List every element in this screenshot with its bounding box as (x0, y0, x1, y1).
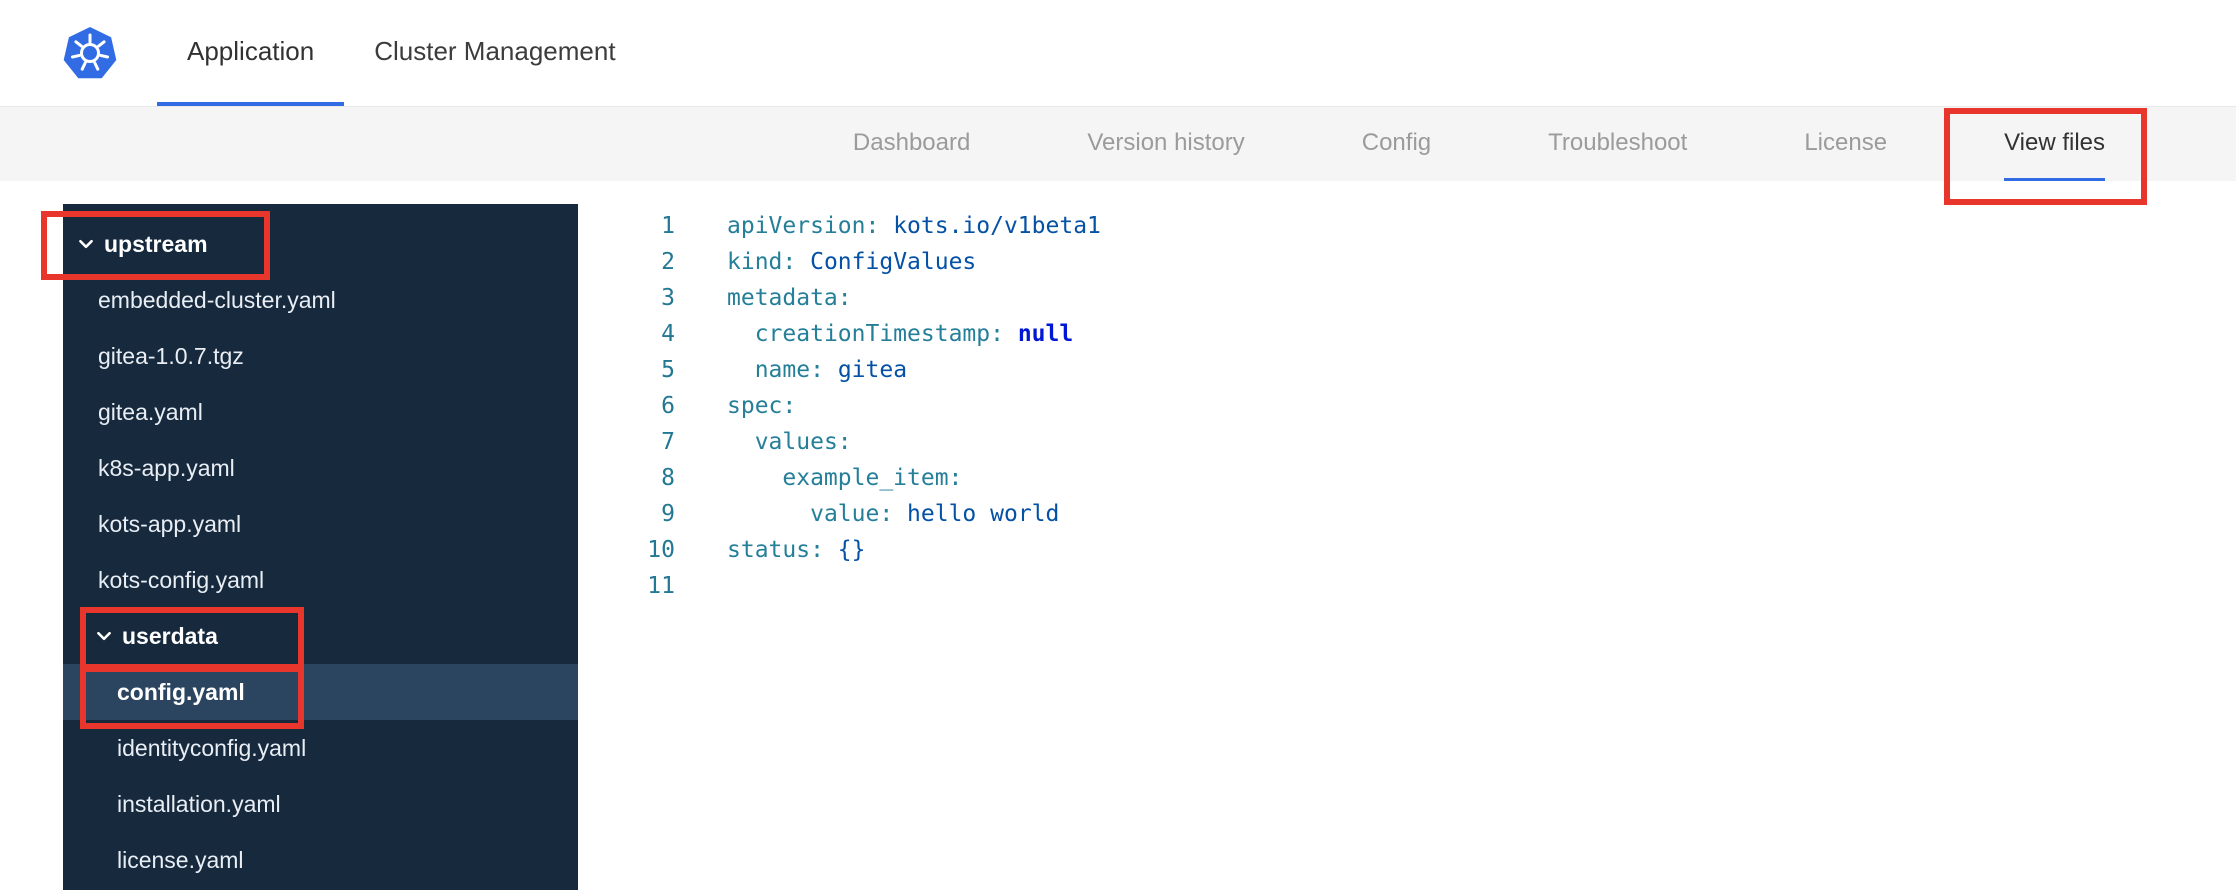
code-text: spec: (727, 393, 797, 419)
subnav-tab-view-files[interactable]: View files (2004, 107, 2105, 181)
line-number: 2 (661, 249, 675, 275)
code-text: kind: ConfigValues (727, 249, 977, 275)
line-number: 8 (661, 465, 675, 491)
file-k8s-app-yaml[interactable]: k8s-app.yaml (63, 440, 578, 496)
chevron-down-icon (79, 239, 93, 249)
code-line: 4 creationTimestamp: null (578, 316, 2236, 352)
code-line: 5 name: gitea (578, 352, 2236, 388)
line-number: 3 (661, 285, 675, 311)
subnav: Dashboard Version history Config Troublesho… (0, 107, 2236, 181)
folder-upstream[interactable]: upstream (63, 216, 578, 272)
code-line: 2 kind: ConfigValues (578, 244, 2236, 280)
file-tree: upstream embedded-cluster.yaml gitea-1.0.7… (63, 204, 578, 890)
tree-item-label: installation.yaml (117, 790, 281, 817)
subnav-tabs: Dashboard Version history Config Troublesho… (0, 107, 2236, 181)
line-number: 10 (647, 537, 675, 563)
code-line: 8 example_item: (578, 460, 2236, 496)
topnav-tab-cluster-management[interactable]: Cluster Management (344, 0, 645, 106)
file-identityconfig-yaml[interactable]: identityconfig.yaml (63, 720, 578, 776)
subnav-tab-license[interactable]: License (1804, 107, 1887, 181)
code-line: 10 status: {} (578, 532, 2236, 568)
tree-item-label: gitea-1.0.7.tgz (98, 342, 244, 369)
line-number: 5 (661, 357, 675, 383)
tree-item-label: k8s-app.yaml (98, 454, 235, 481)
kubernetes-logo (63, 26, 117, 80)
code-text: creationTimestamp: null (754, 321, 1074, 347)
tree-item-label: config.yaml (117, 678, 245, 705)
code-line: 9 value: hello world (578, 496, 2236, 532)
line-number: 7 (661, 429, 675, 455)
kubernetes-logo-icon (63, 27, 117, 79)
code-line: 7 values: (578, 424, 2236, 460)
code-text: example_item: (782, 465, 963, 491)
file-viewer: 1 apiVersion: kots.io/v1beta1 2 kind: Confi… (578, 204, 2236, 890)
subnav-tab-config[interactable]: Config (1362, 107, 1431, 181)
chevron-down-icon (97, 631, 111, 641)
topnav-tabs: Application Cluster Management (157, 0, 646, 106)
file-config-yaml[interactable]: config.yaml (63, 664, 578, 720)
tree-item-label: license.yaml (117, 846, 244, 873)
line-number: 1 (661, 213, 675, 239)
code-line: 6 spec: (578, 388, 2236, 424)
code-text: metadata: (727, 285, 852, 311)
code-text: name: gitea (754, 357, 908, 383)
tree-item-label: identityconfig.yaml (117, 734, 307, 761)
file-gitea-yaml[interactable]: gitea.yaml (63, 384, 578, 440)
subnav-tab-dashboard[interactable]: Dashboard (853, 107, 970, 181)
tree-item-label: kots-config.yaml (98, 566, 265, 593)
code-line: 3 metadata: (578, 280, 2236, 316)
code-text: value: hello world (810, 501, 1060, 527)
line-number: 6 (661, 393, 675, 419)
line-number: 9 (661, 501, 675, 527)
top-bar: Application Cluster Management (0, 0, 2236, 107)
code-line: 11 (578, 568, 2236, 604)
file-embedded-cluster-yaml[interactable]: embedded-cluster.yaml (63, 272, 578, 328)
file-kots-config-yaml[interactable]: kots-config.yaml (63, 552, 578, 608)
file-gitea-1-0-7-tgz[interactable]: gitea-1.0.7.tgz (63, 328, 578, 384)
code-line: 1 apiVersion: kots.io/v1beta1 (578, 208, 2236, 244)
code-text: values: (754, 429, 852, 455)
subnav-tab-troubleshoot[interactable]: Troubleshoot (1548, 107, 1687, 181)
file-license-yaml[interactable]: license.yaml (63, 832, 578, 888)
line-number: 4 (661, 321, 675, 347)
file-kots-app-yaml[interactable]: kots-app.yaml (63, 496, 578, 552)
tree-item-label: gitea.yaml (98, 398, 203, 425)
folder-userdata[interactable]: userdata (63, 608, 578, 664)
code-lines: 1 apiVersion: kots.io/v1beta1 2 kind: Confi… (578, 208, 2236, 604)
topnav-tab-application[interactable]: Application (157, 0, 345, 106)
tree-item-label: upstream (104, 230, 208, 257)
tree-item-label: kots-app.yaml (98, 510, 242, 537)
tree-item-label: userdata (122, 622, 218, 649)
file-installation-yaml[interactable]: installation.yaml (63, 776, 578, 832)
subnav-tab-version-history[interactable]: Version history (1087, 107, 1244, 181)
code-text: status: {} (727, 537, 866, 563)
line-number: 11 (647, 573, 675, 599)
code-text: apiVersion: kots.io/v1beta1 (727, 213, 1101, 239)
tree-item-label: embedded-cluster.yaml (98, 286, 336, 313)
